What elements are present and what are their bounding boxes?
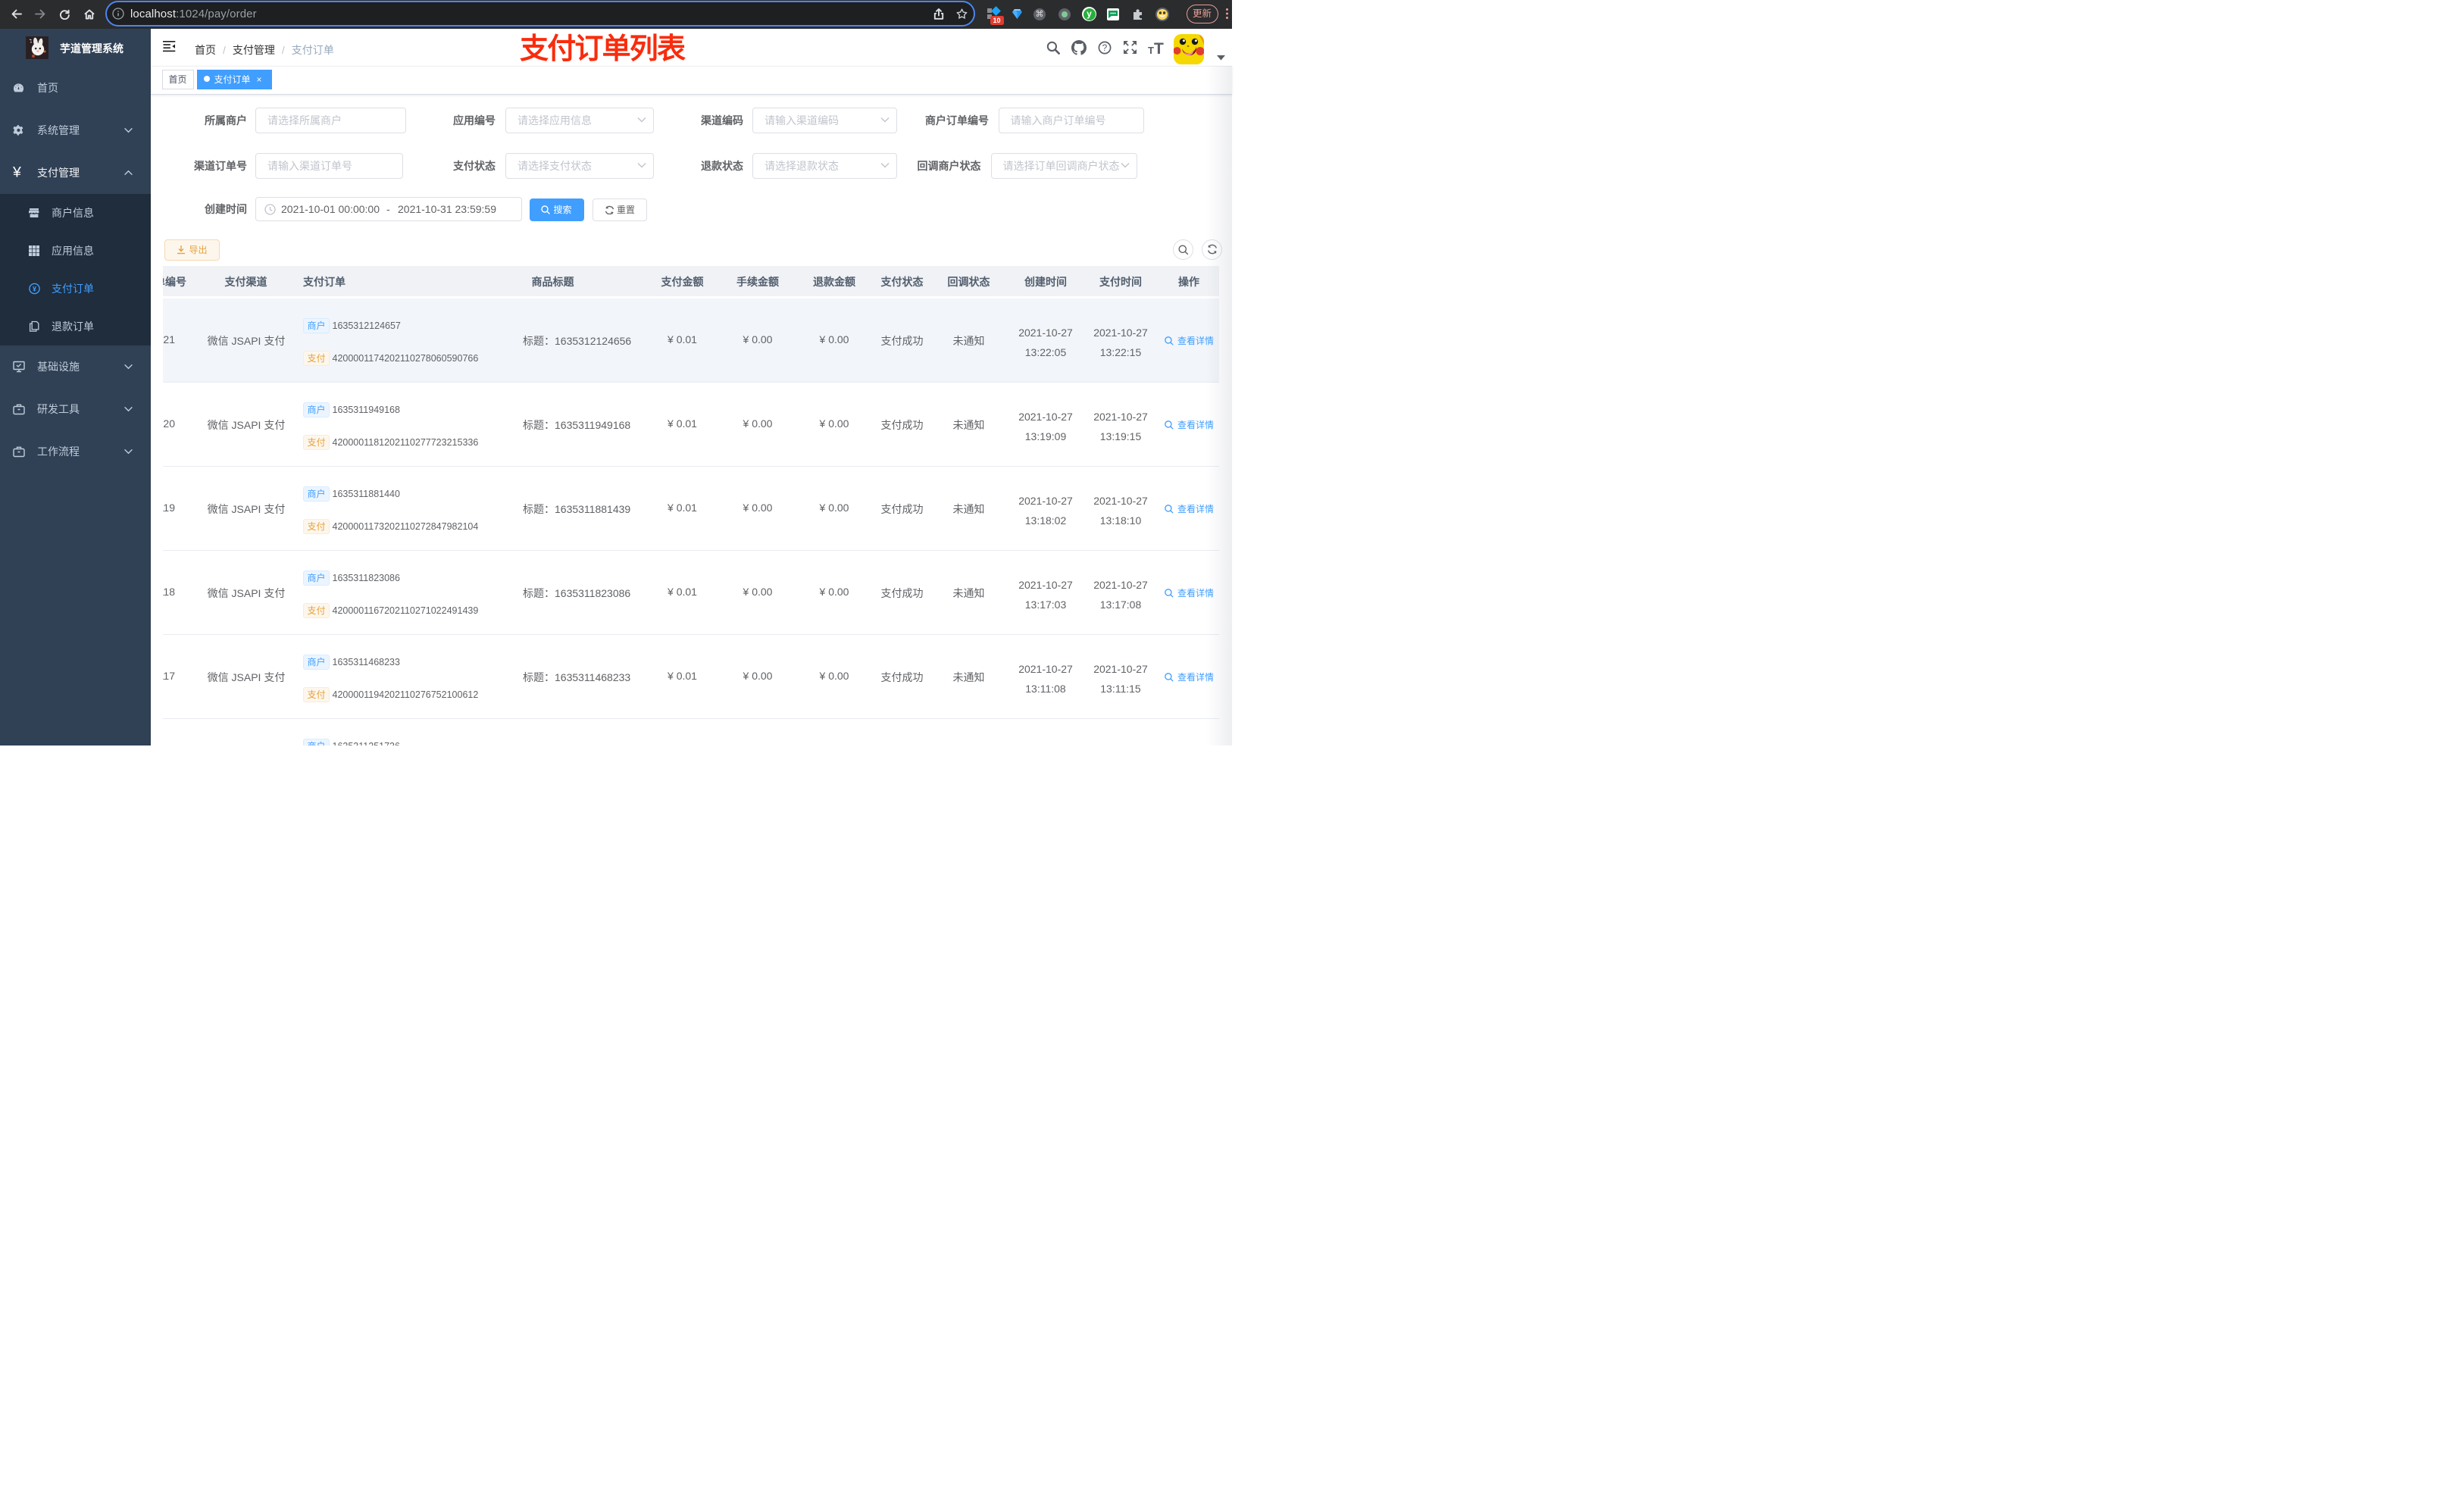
svg-text:¥: ¥ xyxy=(33,286,36,293)
svg-text:?: ? xyxy=(1102,42,1108,53)
